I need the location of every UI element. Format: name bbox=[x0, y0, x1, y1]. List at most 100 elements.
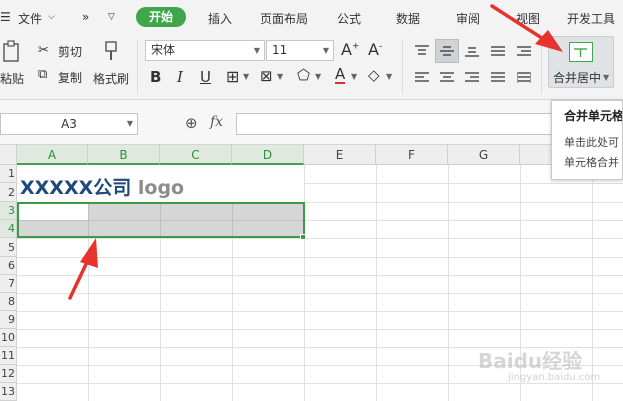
orientation-icon[interactable] bbox=[488, 41, 508, 61]
distributed-icon[interactable] bbox=[514, 68, 534, 88]
column-header-e[interactable]: E bbox=[304, 145, 376, 165]
tab-home[interactable]: 开始 bbox=[136, 7, 186, 27]
tab-insert[interactable]: 插入 bbox=[208, 10, 232, 27]
file-menu[interactable]: 文件 bbox=[18, 10, 42, 27]
eraser-icon[interactable]: ◇ bbox=[368, 66, 380, 84]
row-header-4[interactable]: 4 bbox=[0, 220, 17, 238]
column-header-a[interactable]: A bbox=[17, 145, 88, 165]
merge-center-button[interactable]: 合并居中 ▼ bbox=[548, 36, 614, 88]
chevron-down-icon[interactable]: ▼ bbox=[315, 72, 321, 81]
tab-formulas[interactable]: 公式 bbox=[337, 10, 361, 27]
ribbon-divider bbox=[402, 40, 403, 94]
tooltip-line2: 单元格合并 bbox=[564, 156, 619, 169]
name-box[interactable]: A3 ▼ bbox=[0, 113, 138, 135]
merge-center-label: 合并居中 bbox=[553, 71, 602, 85]
merged-title-cell[interactable]: XXXXX公司 logo bbox=[18, 166, 304, 202]
grid-line bbox=[17, 311, 623, 312]
chevron-down-icon[interactable]: ▼ bbox=[277, 72, 283, 81]
copy-button[interactable]: 复制 bbox=[58, 69, 82, 86]
row-header-1[interactable]: 1 bbox=[0, 165, 17, 183]
grid-line bbox=[304, 165, 305, 401]
chevron-down-icon[interactable]: ▼ bbox=[386, 72, 392, 81]
font-name-select[interactable]: 宋体 ▼ bbox=[145, 40, 265, 61]
row-header-11[interactable]: 11 bbox=[0, 347, 17, 365]
row-header-5[interactable]: 5 bbox=[0, 238, 17, 257]
row-header-8[interactable]: 8 bbox=[0, 293, 17, 311]
select-all-corner[interactable] bbox=[0, 145, 17, 165]
font-name-value: 宋体 bbox=[151, 43, 176, 57]
column-header-g[interactable]: G bbox=[448, 145, 520, 165]
align-right-icon[interactable] bbox=[462, 68, 482, 88]
indent-icon[interactable] bbox=[514, 41, 534, 61]
fill-handle[interactable] bbox=[300, 234, 306, 240]
align-top-icon[interactable] bbox=[412, 41, 432, 61]
tooltip-title: 合并单元格 bbox=[564, 109, 623, 123]
row-header-10[interactable]: 10 bbox=[0, 329, 17, 347]
chevron-down-icon: ▼ bbox=[603, 73, 610, 82]
grid-line bbox=[17, 383, 623, 384]
row-header-2[interactable]: 2 bbox=[0, 183, 17, 202]
more-tabs-icon[interactable]: » bbox=[82, 10, 89, 24]
font-size-select[interactable]: 11 ▼ bbox=[266, 40, 334, 61]
align-center-icon[interactable] bbox=[437, 68, 457, 88]
tab-developer[interactable]: 开发工具 bbox=[567, 10, 615, 27]
font-color-icon[interactable]: A bbox=[335, 67, 346, 84]
selection-border bbox=[17, 202, 305, 238]
decrease-font-icon[interactable]: A- bbox=[368, 40, 382, 59]
underline-button[interactable]: U bbox=[200, 68, 211, 86]
tab-page-layout[interactable]: 页面布局 bbox=[260, 10, 308, 27]
chevron-down-icon[interactable]: ⌵ bbox=[48, 12, 55, 22]
menu-bar: ☰ 文件 ⌵ » ▽ 开始 插入 页面布局 公式 数据 审阅 视图 开发工具 bbox=[0, 0, 623, 34]
format-painter-icon[interactable] bbox=[100, 38, 122, 64]
grid-line bbox=[17, 275, 623, 276]
chevron-down-icon: ▼ bbox=[126, 119, 133, 128]
chevron-down-icon[interactable]: ▼ bbox=[351, 72, 357, 81]
row-header-12[interactable]: 12 bbox=[0, 365, 17, 383]
cell-style-icon[interactable]: ⊠ bbox=[260, 67, 273, 85]
align-bottom-icon[interactable] bbox=[462, 41, 482, 61]
chevron-down-icon[interactable]: ▼ bbox=[243, 72, 249, 81]
row-header-3[interactable]: 3 bbox=[0, 202, 17, 220]
row-header-9[interactable]: 9 bbox=[0, 311, 17, 329]
dropdown-chevron-icon[interactable]: ▽ bbox=[108, 12, 115, 22]
tab-data[interactable]: 数据 bbox=[396, 10, 420, 27]
align-left-icon[interactable] bbox=[412, 68, 432, 88]
column-header-f[interactable]: F bbox=[376, 145, 448, 165]
increase-font-icon[interactable]: A+ bbox=[341, 40, 360, 59]
menu-icon[interactable]: ☰ bbox=[0, 10, 11, 24]
zoom-icon[interactable]: ⊕ bbox=[185, 114, 198, 132]
grid-line bbox=[376, 165, 377, 401]
column-header-b[interactable]: B bbox=[88, 145, 160, 165]
format-painter-button[interactable]: 格式刷 bbox=[93, 70, 129, 87]
column-header-d[interactable]: D bbox=[232, 145, 304, 165]
bold-button[interactable]: B bbox=[150, 68, 161, 86]
tooltip-line1: 单击此处可 bbox=[564, 136, 619, 149]
merge-tooltip: 合并单元格 单击此处可 单元格合并 bbox=[551, 100, 623, 180]
fill-color-icon[interactable]: ⬠ bbox=[297, 66, 310, 84]
italic-button[interactable]: I bbox=[177, 68, 183, 86]
scissors-icon[interactable]: ✂ bbox=[38, 43, 49, 58]
tab-review[interactable]: 审阅 bbox=[456, 10, 480, 27]
grid-line bbox=[17, 329, 623, 330]
grid-line bbox=[17, 257, 623, 258]
borders-icon[interactable]: ⊞ bbox=[226, 67, 239, 86]
justify-icon[interactable] bbox=[488, 68, 508, 88]
font-size-value: 11 bbox=[272, 43, 288, 57]
fx-icon[interactable]: fx bbox=[210, 114, 223, 130]
row-header-13[interactable]: 13 bbox=[0, 383, 17, 401]
grid-line bbox=[17, 293, 623, 294]
ribbon-divider bbox=[137, 40, 138, 94]
cut-button[interactable]: 剪切 bbox=[58, 43, 82, 60]
row-header-6[interactable]: 6 bbox=[0, 257, 17, 275]
tab-view[interactable]: 视图 bbox=[516, 10, 540, 27]
ribbon-toolbar: 粘贴 ✂ 剪切 ⧉ 复制 格式刷 宋体 ▼ 11 ▼ A+ A- B I U ⊞… bbox=[0, 34, 623, 100]
paste-icon[interactable] bbox=[0, 38, 22, 64]
paste-button[interactable]: 粘贴 bbox=[0, 70, 24, 87]
copy-icon[interactable]: ⧉ bbox=[38, 67, 47, 82]
row-header-7[interactable]: 7 bbox=[0, 275, 17, 293]
align-middle-icon[interactable] bbox=[435, 39, 459, 63]
column-header-c[interactable]: C bbox=[160, 145, 232, 165]
baidu-watermark: Baidu经验 bbox=[478, 349, 583, 373]
logo-text: logo bbox=[137, 177, 185, 199]
formula-input[interactable] bbox=[236, 113, 566, 135]
